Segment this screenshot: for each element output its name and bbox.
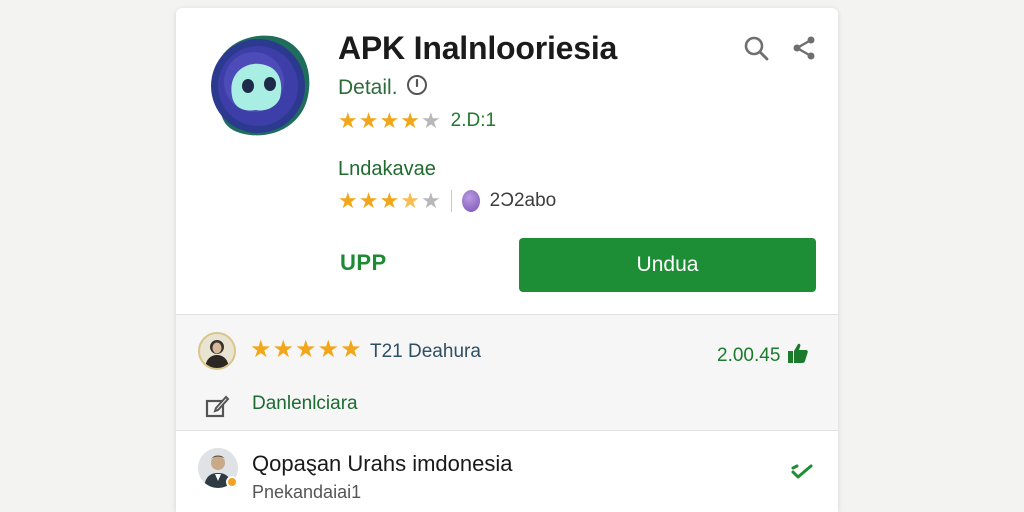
share-icon[interactable]: [790, 34, 818, 62]
app-detail-card: APK Inalnlooriesia Detail. ★ ★ ★ ★ ★ 2.D…: [176, 8, 838, 512]
reviewer-avatar[interactable]: [198, 332, 236, 370]
secondary-rating-stars: ★ ★ ★ ★ ★: [338, 190, 441, 212]
rating-value: 2.D:1: [450, 110, 497, 131]
developer-icon: [461, 190, 480, 212]
star-icon: ★: [272, 336, 295, 363]
thumbs-up-icon: [786, 341, 810, 371]
star-icon: ★: [250, 336, 272, 363]
upp-button[interactable]: UPP: [340, 250, 387, 276]
list-item-subtitle: Pnekandaiai1: [252, 482, 362, 502]
search-icon[interactable]: [742, 34, 770, 62]
star-icon: ★: [379, 108, 400, 133]
edit-review-link[interactable]: Danlenlciara: [252, 393, 358, 415]
star-icon: ★: [420, 188, 441, 213]
half-star-icon: ★: [400, 188, 420, 213]
review-section: ★ ★ ★ ★ ★ T21 Deahura 2.00.45 Danlenlcia…: [176, 315, 838, 430]
secondary-rating-row: ★ ★ ★ ★ ★ 2Ɔ2abo: [338, 190, 556, 212]
app-title: APK Inalnlooriesia: [338, 30, 618, 66]
star-icon: ★: [358, 188, 379, 213]
star-icon: ★: [379, 188, 400, 213]
star-icon: ★: [400, 108, 420, 133]
secondary-count: 2Ɔ2abo: [489, 190, 557, 211]
rating-stars: ★ ★ ★ ★ ★: [338, 110, 441, 132]
status-badge: [226, 476, 238, 488]
edit-icon[interactable]: [204, 393, 230, 419]
chevron-icon[interactable]: [788, 458, 816, 486]
detail-row[interactable]: Detail.: [338, 74, 428, 102]
star-icon: ★: [340, 336, 362, 363]
list-item-title[interactable]: Qopaȿan Urahs imdonesia: [252, 451, 512, 477]
divider: [450, 190, 452, 212]
likes-count: 2.00.45: [717, 345, 781, 366]
star-icon: ★: [358, 108, 379, 133]
star-icon: ★: [295, 336, 317, 363]
detail-label: Detail.: [338, 76, 398, 99]
star-icon: ★: [338, 108, 358, 133]
star-icon: ★: [338, 188, 358, 213]
download-button[interactable]: Undua: [519, 238, 816, 292]
app-rating-row: ★ ★ ★ ★ ★ 2.D:1: [338, 110, 496, 132]
star-icon: ★: [420, 108, 441, 133]
app-subtitle: Lndakavae: [338, 158, 436, 180]
review-text: T21 Deahura: [370, 341, 481, 362]
app-logo-icon: [198, 26, 316, 144]
section-divider: [176, 430, 838, 431]
review-likes[interactable]: 2.00.45: [717, 341, 810, 371]
star-icon: ★: [317, 336, 340, 363]
review-stars: ★ ★ ★ ★ ★: [250, 336, 362, 363]
info-icon: [406, 74, 428, 102]
